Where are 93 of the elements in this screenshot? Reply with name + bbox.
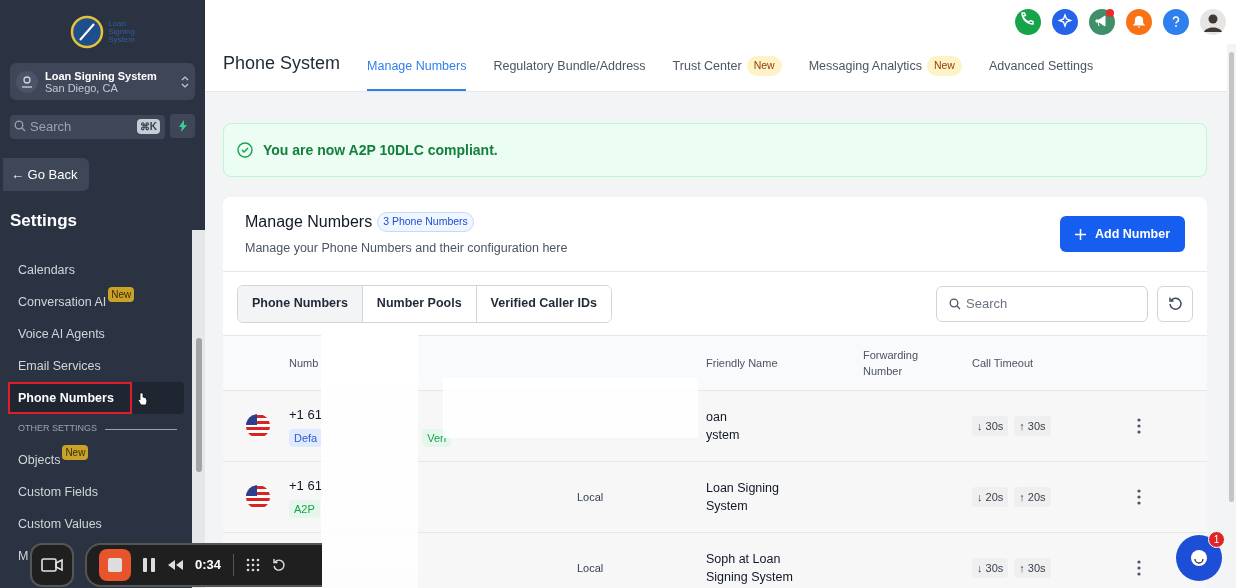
rewind-icon[interactable] xyxy=(167,559,183,570)
new-badge: New xyxy=(108,287,135,302)
chevron-updown-icon xyxy=(181,74,189,89)
shortcut-key: ⌘K xyxy=(136,119,160,134)
timeout-chip: ↑ 30s xyxy=(1014,557,1051,579)
avatar-icon[interactable] xyxy=(1200,9,1226,35)
more-icon[interactable] xyxy=(1137,489,1141,505)
new-badge: New xyxy=(926,56,962,76)
sidebar-item[interactable]: Calendars xyxy=(8,254,77,286)
more-icon[interactable] xyxy=(1137,418,1141,434)
hand-cursor-icon xyxy=(136,392,148,406)
sidebar-item[interactable]: Objects New xyxy=(8,444,91,476)
stop-button[interactable] xyxy=(99,548,131,581)
timeout-chip: ↓ 20s xyxy=(972,486,1009,508)
lightning-icon xyxy=(177,120,188,132)
add-number-button[interactable]: Add Number xyxy=(1060,216,1185,252)
phone-number: +1 61 xyxy=(289,406,322,424)
megaphone-button[interactable] xyxy=(1089,9,1115,35)
status-badge: Defa xyxy=(289,428,323,447)
column-header: Friendly Name xyxy=(706,355,779,371)
friendly-name: oan ystem xyxy=(706,409,741,444)
section-label: OTHER SETTINGS xyxy=(18,422,97,436)
refresh-button[interactable] xyxy=(1157,285,1193,322)
sidebar-title: Settings xyxy=(10,210,79,230)
friendly-name: Loan Signing System xyxy=(706,480,780,515)
sidebar-item[interactable]: Voice AI Agents xyxy=(8,318,107,350)
stop-icon xyxy=(108,557,122,572)
sparkle-button[interactable] xyxy=(1052,9,1078,35)
search-field[interactable]: Search xyxy=(936,285,1148,322)
search-icon xyxy=(949,297,961,310)
account-switcher[interactable]: Loan Signing System San Diego, CA xyxy=(10,63,195,100)
search-icon xyxy=(14,120,26,132)
tab[interactable]: Advanced Settings xyxy=(988,55,1094,91)
us-flag-icon xyxy=(245,413,271,439)
new-badge: New xyxy=(746,56,782,76)
more-icon[interactable] xyxy=(1137,560,1141,576)
notification-badge: 1 xyxy=(1208,531,1225,548)
tab[interactable]: Manage Numbers xyxy=(367,55,467,91)
sidebar-item[interactable]: Email Services xyxy=(8,350,103,382)
type-label: Local xyxy=(577,560,604,576)
tab[interactable]: Regulatory Bundle/Address xyxy=(493,55,646,91)
sparkle-icon xyxy=(1052,9,1078,35)
tab[interactable]: Trust Center New xyxy=(672,55,782,91)
back-button[interactable]: ← Go Back xyxy=(3,158,89,191)
location-icon xyxy=(16,70,38,93)
segment-tab[interactable]: Phone Numbers xyxy=(238,285,362,322)
card-subtitle: Manage your Phone Numbers and their configuration here xyxy=(245,240,568,258)
logo-icon xyxy=(70,15,105,49)
success-alert: You are now A2P 10DLC compliant. xyxy=(223,123,1207,177)
sidebar-item[interactable]: Custom Values xyxy=(8,508,104,540)
video-camera-icon xyxy=(41,557,63,572)
refresh-icon xyxy=(1167,296,1183,311)
restart-icon[interactable] xyxy=(272,557,287,572)
timeout-chip: ↑ 30s xyxy=(1014,415,1051,437)
help-button[interactable] xyxy=(1163,9,1189,35)
phone-button[interactable] xyxy=(1015,9,1041,35)
logo-text: Loan Signing System xyxy=(108,20,135,44)
segment-tab[interactable]: Verified Caller IDs xyxy=(475,285,611,322)
recording-time: 0:34 xyxy=(195,555,222,574)
timeout-chip: ↓ 30s xyxy=(972,557,1009,579)
card-title: Manage Numbers xyxy=(245,212,373,233)
phone-number: +1 61 xyxy=(289,477,322,495)
count-badge: 3 Phone Numbers xyxy=(377,212,474,232)
sidebar-item[interactable]: Conversation AI New xyxy=(8,286,137,318)
plus-icon xyxy=(1075,228,1086,240)
sidebar-item[interactable]: Phone Numbers xyxy=(8,382,184,414)
friendly-name: Soph at Loan Signing System xyxy=(706,551,794,586)
tab[interactable]: Messaging Analytics New xyxy=(808,55,962,91)
quick-action-button[interactable] xyxy=(170,114,195,138)
timeout-chip: ↓ 30s xyxy=(972,415,1009,437)
timeout-chip: ↑ 20s xyxy=(1014,486,1051,508)
pause-icon[interactable] xyxy=(143,557,155,572)
type-label: Local xyxy=(577,489,604,505)
chat-icon xyxy=(1190,549,1208,567)
check-circle-icon xyxy=(237,142,253,158)
sidebar-item[interactable]: M xyxy=(8,540,31,572)
column-header: Call Timeout xyxy=(972,355,1035,371)
grid-icon[interactable] xyxy=(246,557,261,572)
bell-icon xyxy=(1126,9,1152,35)
account-location: San Diego, CA xyxy=(45,81,118,94)
us-flag-icon xyxy=(245,484,271,510)
column-header: Forwarding Number xyxy=(863,348,920,379)
page-title: Phone System xyxy=(223,52,341,75)
help-icon xyxy=(1163,9,1189,35)
column-header: Numb xyxy=(289,355,320,371)
status-badge: A2P xyxy=(289,499,320,518)
megaphone-icon xyxy=(1089,9,1115,35)
camera-button[interactable] xyxy=(30,542,74,587)
phone-icon xyxy=(1015,9,1041,35)
sidebar-item[interactable]: Custom Fields xyxy=(8,476,100,508)
bell-button[interactable] xyxy=(1126,9,1152,35)
account-name: Loan Signing System xyxy=(45,69,158,82)
new-badge: New xyxy=(62,445,89,460)
